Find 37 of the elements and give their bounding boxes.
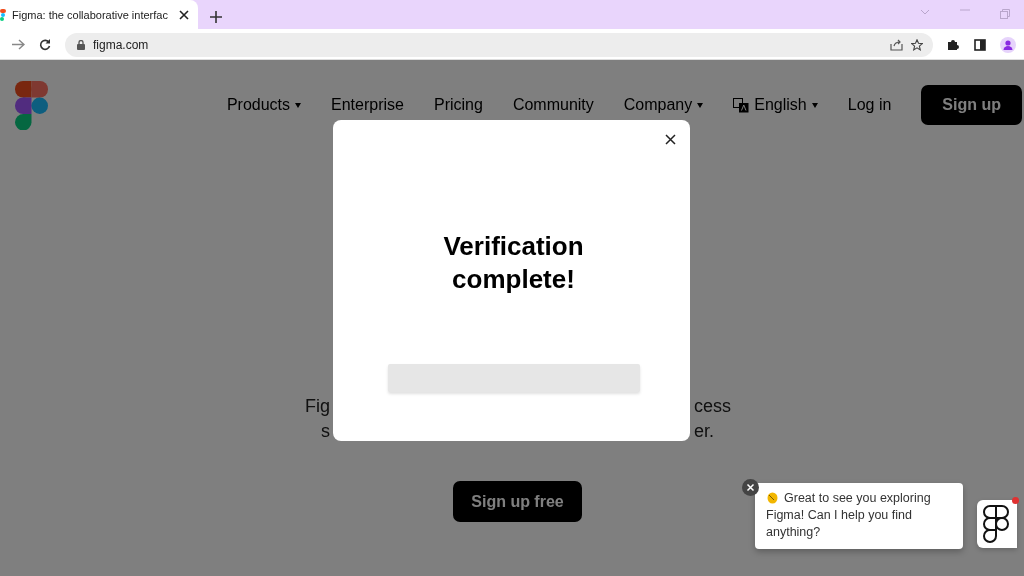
language-selector[interactable]: English [754, 96, 807, 114]
url-text: figma.com [93, 37, 150, 52]
caret-icon [811, 102, 818, 108]
hero-text: s [320, 420, 330, 443]
close-icon[interactable] [665, 134, 676, 145]
figma-logo-icon [983, 505, 1009, 543]
browser-tab[interactable]: Figma: the collaborative interfac [0, 0, 198, 29]
profile-icon[interactable] [1000, 36, 1016, 53]
hero-text: Fig [304, 395, 330, 418]
translate-icon [733, 97, 750, 113]
nav-link[interactable]: Products [226, 96, 291, 114]
back-arrow-icon[interactable] [12, 39, 25, 50]
nav-link[interactable]: Community [512, 96, 594, 114]
close-icon[interactable] [179, 9, 189, 20]
nav-link[interactable]: Company [623, 96, 693, 114]
new-tab-icon[interactable] [210, 11, 222, 23]
puzzle-icon[interactable] [947, 38, 960, 51]
reload-icon[interactable] [39, 38, 51, 51]
close-icon[interactable] [742, 479, 759, 496]
sidebar-icon[interactable] [974, 38, 986, 51]
modal-heading: Verification complete! [442, 230, 585, 296]
figma-favicon-icon [0, 8, 6, 21]
sign-up-free-button[interactable]: Sign up free [453, 481, 582, 522]
star-icon[interactable] [911, 38, 923, 51]
chat-message: Great to see you exploring Figma! Can I help you find anything? [755, 483, 963, 549]
figma-logo-icon[interactable] [15, 80, 48, 130]
hero-text: cess [694, 395, 732, 418]
share-icon[interactable] [890, 38, 903, 51]
address-bar[interactable]: figma.com [65, 32, 933, 57]
sign-up-button[interactable]: Sign up [921, 85, 1022, 125]
nav-link[interactable]: Pricing [433, 96, 483, 114]
chat-launcher[interactable] [977, 500, 1017, 548]
nav-link[interactable]: Enterprise [331, 96, 404, 114]
tab-title: Figma: the collaborative interfac [12, 8, 169, 21]
login-link[interactable]: Log in [847, 96, 892, 114]
lock-icon [77, 39, 85, 50]
hero-text: er. [694, 420, 715, 443]
